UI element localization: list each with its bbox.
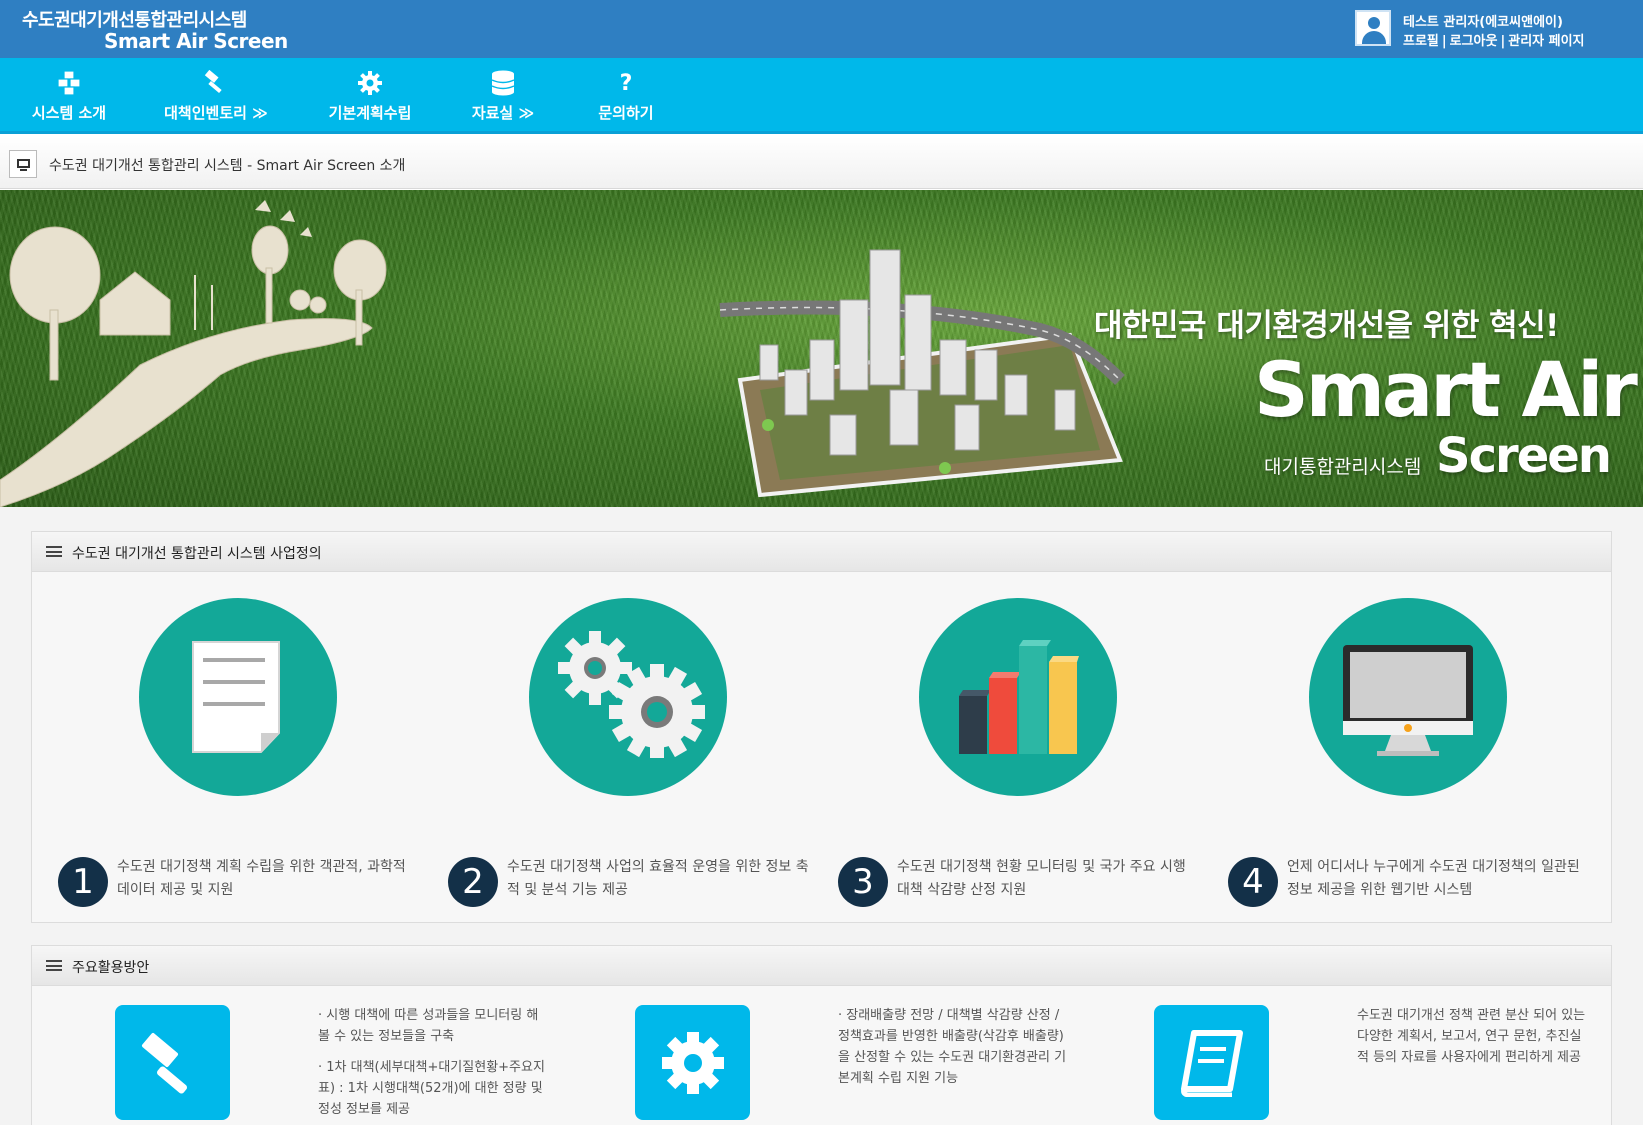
breadcrumb-text: 수도권 대기개선 통합관리 시스템 - Smart Air Screen 소개 bbox=[49, 158, 406, 174]
question-icon: ? bbox=[619, 71, 633, 96]
monitor-icon bbox=[1309, 598, 1507, 796]
panel-header: 수도권 대기개선 통합관리 시스템 사업정의 bbox=[32, 532, 1611, 572]
bar-chart-icon bbox=[919, 598, 1117, 796]
breadcrumb: 수도권 대기개선 통합관리 시스템 - Smart Air Screen 소개 bbox=[0, 137, 1643, 189]
nav-label: 시스템 소개 bbox=[31, 104, 107, 122]
gear-icon bbox=[320, 70, 420, 98]
panel-header: 주요활용방안 bbox=[32, 946, 1611, 986]
admin-page-link[interactable]: 관리자 페이지 bbox=[1508, 34, 1584, 49]
hero-logo-smart-air: Smart Air bbox=[1254, 345, 1638, 434]
nav-item-basic-plan[interactable]: 기본계획수립 bbox=[320, 58, 420, 134]
usage-paragraph: · 1차 대책(세부대책+대기질현황+주요지표) : 1차 시행대책(52개)에… bbox=[318, 1060, 545, 1117]
gavel-icon bbox=[115, 1005, 230, 1120]
hero-logo-subtitle: 대기통합관리시스템 bbox=[1264, 456, 1422, 478]
feature-number: 4 bbox=[1228, 857, 1278, 907]
usage-description: 수도권 대기개선 정책 관련 분산 되어 있는 다양한 계획서, 보고서, 연구… bbox=[1357, 1005, 1587, 1078]
hero-banner: 대한민국 대기환경개선을 위한 혁신! Smart Air 대기통합관리시스템 … bbox=[0, 190, 1643, 507]
hero-logo-screen: Screen bbox=[1436, 428, 1612, 484]
document-icon bbox=[139, 598, 337, 796]
avatar[interactable] bbox=[1355, 10, 1391, 46]
top-header: 수도권대기개선통합관리시스템 Smart Air Screen 테스트 관리자(… bbox=[0, 0, 1643, 58]
usage-panel: 주요활용방안 · 시행 대책에 따른 성과들을 모니터링 해 볼 수 있는 정보… bbox=[31, 945, 1612, 1125]
panel-title: 수도권 대기개선 통합관리 시스템 사업정의 bbox=[72, 546, 322, 562]
monitor-screen-shape bbox=[17, 159, 30, 168]
link-separator: | bbox=[1500, 34, 1506, 49]
user-name: 테스트 관리자(에코씨앤에이) bbox=[1403, 15, 1563, 30]
definition-panel: 수도권 대기개선 통합관리 시스템 사업정의 1 수도권 대기정책 계획 수립을… bbox=[31, 531, 1612, 923]
gear-icon bbox=[635, 1005, 750, 1120]
nav-label: 기본계획수립 bbox=[328, 104, 412, 122]
nav-item-archive[interactable]: 자료실 ≫ bbox=[468, 58, 538, 134]
user-links: 프로필 | 로그아웃 | 관리자 페이지 bbox=[1403, 30, 1585, 49]
list-icon bbox=[46, 546, 62, 557]
list-icon bbox=[46, 960, 62, 971]
usage-description: · 장래배출량 전망 / 대책별 삭감량 산정 / 정책효과를 반영한 배출량(… bbox=[838, 1005, 1068, 1099]
book-icon bbox=[1154, 1005, 1269, 1120]
feature-description: 수도권 대기정책 계획 수립을 위한 객관적, 과학적 데이터 제공 및 지원 bbox=[117, 859, 406, 898]
database-icon bbox=[468, 70, 538, 98]
feature-description: 언제 어디서나 누구에게 수도권 대기정책의 일관된 정보 제공을 위한 웹기반… bbox=[1287, 859, 1580, 898]
monitor-stand-shape bbox=[20, 169, 27, 171]
profile-link[interactable]: 프로필 bbox=[1403, 34, 1439, 49]
nav-label: 자료실 ≫ bbox=[471, 104, 535, 122]
nav-item-policy-inventory[interactable]: 대책인벤토리 ≫ bbox=[160, 58, 272, 134]
feature-number: 3 bbox=[838, 857, 888, 907]
feature-description: 수도권 대기정책 사업의 효율적 운영을 위한 정보 축적 및 분석 기능 제공 bbox=[507, 859, 809, 898]
usage-paragraph: · 시행 대책에 따른 성과들을 모니터링 해 볼 수 있는 정보들을 구축 bbox=[318, 1008, 539, 1044]
usage-paragraph: · 장래배출량 전망 / 대책별 삭감량 산정 / 정책효과를 반영한 배출량(… bbox=[838, 1008, 1067, 1086]
nav-item-inquiry[interactable]: ? 문의하기 bbox=[588, 58, 664, 134]
usage-description: · 시행 대책에 따른 성과들을 모니터링 해 볼 수 있는 정보들을 구축 ·… bbox=[318, 1005, 548, 1125]
logout-link[interactable]: 로그아웃 bbox=[1450, 34, 1498, 49]
main-nav: 시스템 소개 대책인벤토리 ≫ 기본계획수립 자료실 ≫ ? 문의하기 bbox=[0, 58, 1643, 134]
link-separator: | bbox=[1441, 34, 1447, 49]
nav-item-system-intro[interactable]: 시스템 소개 bbox=[24, 58, 114, 134]
city-map-illustration bbox=[719, 249, 1125, 498]
feature-description: 수도권 대기정책 현황 모니터링 및 국가 주요 시행 대책 삭감량 산정 지원 bbox=[897, 859, 1186, 898]
brand-title-english[interactable]: Smart Air Screen bbox=[104, 29, 288, 53]
eco-hand-illustration bbox=[0, 200, 387, 507]
monitor-icon bbox=[9, 150, 37, 178]
panel-title: 주요활용방안 bbox=[72, 960, 150, 976]
user-head-shape bbox=[1368, 17, 1380, 29]
nav-label: 대책인벤토리 ≫ bbox=[164, 104, 268, 122]
hero-tagline: 대한민국 대기환경개선을 위한 혁신! bbox=[1094, 308, 1559, 344]
usage-paragraph: 수도권 대기개선 정책 관련 분산 되어 있는 다양한 계획서, 보고서, 연구… bbox=[1357, 1008, 1586, 1065]
boxes-icon bbox=[24, 70, 114, 98]
feature-number: 1 bbox=[58, 857, 108, 907]
gavel-icon bbox=[160, 69, 272, 98]
nav-label: 문의하기 bbox=[598, 104, 654, 122]
gears-icon bbox=[529, 598, 727, 796]
user-body-shape bbox=[1362, 31, 1386, 44]
feature-number: 2 bbox=[448, 857, 498, 907]
